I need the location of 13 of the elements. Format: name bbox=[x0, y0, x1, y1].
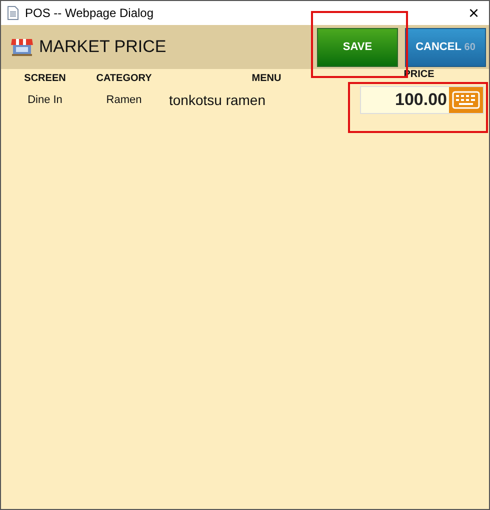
window-title: POS -- Webpage Dialog bbox=[25, 6, 154, 20]
dialog-title: MARKET PRICE bbox=[39, 37, 166, 57]
store-icon bbox=[11, 38, 33, 56]
cancel-button[interactable]: CANCEL 60 bbox=[405, 28, 486, 66]
table-cell-text: Dine In bbox=[26, 94, 64, 106]
close-button[interactable]: × bbox=[464, 3, 483, 23]
table-cell-text: Ramen bbox=[105, 94, 143, 106]
column-header: CATEGORY bbox=[95, 72, 153, 84]
save-button[interactable]: SAVE bbox=[317, 28, 398, 66]
page-icon bbox=[7, 6, 19, 20]
column-header: SCREEN bbox=[23, 72, 67, 84]
column-header: MENU bbox=[250, 72, 282, 84]
table-cell-text: tonkotsu ramen bbox=[168, 92, 266, 108]
